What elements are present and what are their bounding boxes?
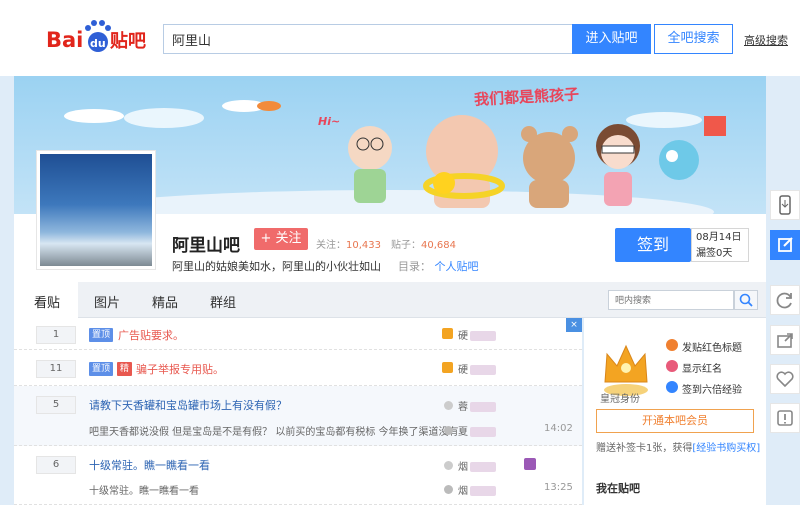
followers-stat: 关注：10,433 [316,240,381,251]
tab-featured[interactable]: 精品 [152,292,178,311]
post-button[interactable] [770,230,800,260]
sign-in-button[interactable]: 签到 [615,228,691,262]
last-replier[interactable]: 夏 [458,423,496,438]
badge-icon [524,458,536,470]
user-icon [444,401,453,410]
crown-label: 皇冠身份 [600,394,640,405]
followers-count: 10,433 [346,240,381,251]
svg-text:Bai: Bai [46,28,83,52]
tab-posts[interactable]: 看贴 [34,292,60,311]
reply-time: 13:25 [544,482,573,493]
vip-button[interactable]: 开通本吧会员 [596,409,754,433]
share-button[interactable] [770,325,800,355]
user-icon [444,461,453,470]
posts-stat: 贴子：40,684 [391,240,456,251]
thread-abstract: 吧里天香都说没假 但是宝岛是不是有假？ 以前买的宝岛都有税标 今年换了渠道没有 [89,427,459,438]
in-forum-heading: 我在贴吧 [596,482,640,495]
forum-search-button[interactable] [734,290,758,310]
forum-name[interactable]: 阿里山吧 [172,231,240,256]
perk-item: 签到六倍经验 [682,385,742,396]
search-all-button[interactable]: 全吧搜索 [654,24,733,54]
svg-text:贴吧: 贴吧 [110,30,146,52]
enter-forum-button[interactable]: 进入贴吧 [572,24,651,54]
crown-icon [442,362,453,373]
reply-time: 14:02 [544,423,573,434]
phone-icon [779,195,791,215]
tab-groups[interactable]: 群组 [210,292,236,311]
forum-slogan: 阿里山的姑娘美如水，阿里山的小伙壮如山 [172,260,381,273]
perk-item: 显示红名 [682,364,722,375]
forum-avatar[interactable] [36,150,156,270]
thread-abstract: 十级常驻。瞧一瞧看一看 [89,486,199,497]
sign-date: 08月14日 [696,232,742,243]
thread-title[interactable]: 十级常驻。瞧一瞧看一看 [89,457,210,473]
banner-hi: Hi~ [318,115,341,128]
favorite-button[interactable] [770,364,800,394]
sign-missed: 漏签0天 [696,248,733,259]
download-app-button[interactable] [770,190,800,220]
last-replier[interactable]: 烟 [458,482,496,497]
thread-author[interactable]: 硬 [458,361,496,376]
forum-search-input[interactable] [608,290,734,310]
pinned-tag: 置顶 [89,328,114,342]
catalog-link[interactable]: 个人贴吧 [435,260,479,273]
search-input[interactable] [163,24,573,54]
reply-count: 11 [36,360,76,378]
svg-text:du: du [90,37,106,50]
edit-icon [778,237,793,252]
thread-title[interactable]: 骗子举报专用贴。 [136,361,224,377]
thread-title[interactable]: 广告贴要求。 [118,327,184,343]
baidu-tieba-logo[interactable]: Bai du 贴吧 [46,16,154,56]
tab-images[interactable]: 图片 [94,292,120,311]
reply-count: 1 [36,326,76,344]
crown-icon [442,328,453,339]
exp-book-link[interactable]: [经验书购买权] [692,443,760,454]
red-name-icon [666,360,678,372]
thread-author[interactable]: 硬 [458,327,496,342]
heart-icon [776,371,794,388]
follow-button[interactable]: + 关注 [254,228,308,250]
featured-tag: 精 [117,362,133,376]
advanced-search-link[interactable]: 高级搜索 [744,32,788,48]
sign-card-note: 赠送补签卡1张，获得[经验书购买权] [596,443,761,454]
perk-item: 发贴红色标题 [682,343,742,354]
sign-in-status: 08月14日 漏签0天 [691,228,749,262]
top-bar: Bai du 贴吧 进入贴吧 全吧搜索 高级搜索 [0,0,800,76]
refresh-icon [776,292,792,309]
reply-count: 5 [36,396,76,414]
reply-icon [444,485,453,494]
pinned-tag: 置顶 [89,362,114,376]
forum-catalog: 目录： 个人贴吧 [398,260,479,273]
reply-icon [444,426,453,435]
search-icon [739,293,753,307]
sign-exp-icon [666,381,678,393]
thread-author[interactable]: 蓉 [458,398,496,413]
posts-count: 40,684 [421,240,456,251]
red-title-icon [666,339,678,351]
thread-title[interactable]: 请教下天香罐和宝岛罐市场上有没有假？ [89,397,287,413]
thread-author[interactable]: 烟 [458,458,496,473]
alert-icon [777,410,793,426]
report-button[interactable] [770,403,800,433]
share-icon [777,333,793,348]
refresh-button[interactable] [770,285,800,315]
reply-count: 6 [36,456,76,474]
